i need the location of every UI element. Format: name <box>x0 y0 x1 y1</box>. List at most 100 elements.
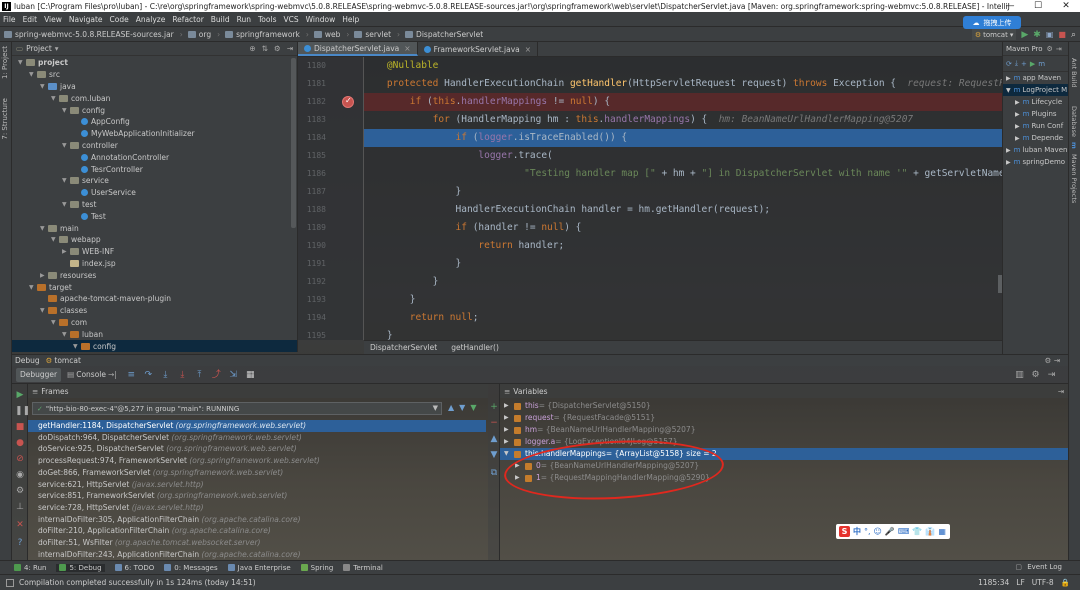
menu-item-navigate[interactable]: Navigate <box>69 15 103 24</box>
tree-node[interactable]: ▶ WEB-INF <box>12 246 297 258</box>
chevron-icon[interactable]: ▶ <box>1006 159 1011 166</box>
stack-frame[interactable]: service:621, HttpServlet (javax.servlet.… <box>28 479 486 491</box>
debug-config-label[interactable]: tomcat <box>54 356 81 365</box>
run-icon[interactable]: ▶ <box>1030 60 1035 68</box>
refresh-icon[interactable]: ⟳ <box>1006 60 1012 68</box>
hide-icon[interactable]: ⇥ <box>287 44 293 53</box>
menu-item-tools[interactable]: Tools <box>258 15 276 24</box>
tree-node[interactable]: ▼ luban <box>12 328 297 340</box>
tree-node[interactable]: ▼ config <box>12 340 297 352</box>
run-config-selector[interactable]: ⚙ tomcat ▾ <box>971 29 1017 40</box>
settings-icon[interactable]: ⚙ <box>15 486 25 496</box>
menu-item-file[interactable]: File <box>3 15 16 24</box>
stack-frame[interactable]: getHandler:1184, DispatcherServlet (org.… <box>28 420 486 432</box>
tool-window-java-enterprise[interactable]: Java Enterprise <box>227 564 291 572</box>
stack-frame[interactable]: doService:925, DispatcherServlet (org.sp… <box>28 443 486 455</box>
project-side-tab[interactable]: 1: Project <box>1 46 9 79</box>
tool-window-todo[interactable]: 6: TODO <box>114 564 154 572</box>
ime-punctuation-icon[interactable]: °, <box>864 527 871 536</box>
tree-node[interactable]: index.jsp <box>12 258 297 270</box>
tree-node[interactable]: ▼ com <box>12 317 297 329</box>
chevron-icon[interactable]: ▼ <box>51 319 59 326</box>
close-icon[interactable]: × <box>525 45 531 54</box>
chevron-icon[interactable]: ▼ <box>62 177 70 184</box>
tree-node[interactable]: ▼ config <box>12 104 297 116</box>
tree-node[interactable]: apache-tomcat-maven-plugin <box>12 293 297 305</box>
view-breakpoints-icon[interactable]: ● <box>15 438 25 448</box>
chevron-icon[interactable]: ▼ <box>62 107 70 114</box>
stop-icon[interactable]: ■ <box>15 422 25 432</box>
tool-window-spring[interactable]: Spring <box>300 564 333 572</box>
tree-node[interactable]: UserService <box>12 187 297 199</box>
menu-item-analyze[interactable]: Analyze <box>136 15 166 24</box>
step-out-icon[interactable]: ⤒ <box>194 370 205 380</box>
chevron-icon[interactable]: ▶ <box>1015 123 1020 130</box>
chevron-icon[interactable]: ▼ <box>40 83 48 90</box>
tree-node[interactable]: ▼ main <box>12 222 297 234</box>
maven-node[interactable]: ▼ m LogProject M <box>1003 84 1068 96</box>
coverage-icon[interactable]: ▣ <box>1046 30 1054 39</box>
maven-node[interactable]: ▶ m Lifecycle <box>1003 96 1068 108</box>
chevron-icon[interactable]: ▼ <box>18 59 26 66</box>
tree-node[interactable]: AnnotationController <box>12 151 297 163</box>
stack-frame[interactable]: service:728, HttpServlet (javax.servlet.… <box>28 502 486 514</box>
arrow-up-icon[interactable]: ▲ <box>448 403 454 412</box>
step-over-icon[interactable]: ↷ <box>143 370 154 380</box>
nav-crumb[interactable]: servlet <box>354 30 391 39</box>
maven-node[interactable]: ▶ m Depende <box>1003 132 1068 144</box>
breakpoint-icon[interactable] <box>342 96 354 108</box>
move-up-icon[interactable]: ▲ <box>489 434 499 444</box>
ime-toolbox-icon[interactable]: ▦ <box>938 527 946 536</box>
ime-shirt-icon[interactable]: 👔 <box>925 527 935 536</box>
chevron-icon[interactable]: ▶ <box>1015 135 1020 142</box>
resume-icon[interactable]: ▶ <box>15 390 25 400</box>
menu-item-run[interactable]: Run <box>237 15 251 24</box>
maven-node[interactable]: ▶ m luban Maven <box>1003 144 1068 156</box>
stack-frame[interactable]: doFilter:51, WsFilter (org.apache.tomcat… <box>28 537 486 549</box>
chevron-icon[interactable]: ▼ <box>62 331 70 338</box>
pause-icon[interactable]: ❚❚ <box>15 406 30 416</box>
status-message[interactable]: Compilation completed successfully in 1s… <box>19 578 256 587</box>
menu-item-code[interactable]: Code <box>110 15 129 24</box>
tool-window-messages[interactable]: 0: Messages <box>164 564 218 572</box>
chevron-icon[interactable]: ▶ <box>1006 147 1011 154</box>
chevron-icon[interactable]: ▼ <box>29 71 37 78</box>
ime-voice-icon[interactable]: 🎤 <box>885 527 895 536</box>
move-down-icon[interactable]: ▼ <box>489 450 499 460</box>
chevron-icon[interactable]: ▶ <box>40 272 48 279</box>
maximize-button[interactable]: ☐ <box>1024 0 1052 12</box>
tab-debugger[interactable]: Debugger <box>16 367 62 382</box>
tree-node[interactable]: ▼ test <box>12 199 297 211</box>
tree-node[interactable]: ▼ controller <box>12 140 297 152</box>
project-panel-title[interactable]: Project <box>26 44 52 53</box>
variable-row[interactable]: ▶ hm = {BeanNameUrlHandlerMapping@5207} <box>500 424 1068 436</box>
nav-crumb[interactable]: spring-webmvc-5.0.8.RELEASE-sources.jar <box>4 30 174 39</box>
database-side-tab[interactable]: Database <box>1070 106 1078 137</box>
chevron-icon[interactable]: ▼ <box>40 225 48 232</box>
ime-toolbar[interactable]: S 中 °, ☺ 🎤 ⌨ 👕 👔 ▦ <box>836 524 950 539</box>
variable-row[interactable]: ▶ request = {RequestFacade@5151} <box>500 412 1068 424</box>
file-encoding[interactable]: UTF-8 <box>1032 578 1054 587</box>
chevron-icon[interactable]: ▼ <box>62 142 70 149</box>
chevron-icon[interactable]: ▼ <box>51 95 59 102</box>
maven-node[interactable]: ▶ m Plugins <box>1003 108 1068 120</box>
add-watch-icon[interactable]: + <box>489 402 499 412</box>
chevron-icon[interactable]: ▶ <box>1015 99 1020 106</box>
close-icon[interactable]: ✕ <box>15 520 25 530</box>
download-icon[interactable]: ⤓ <box>1015 59 1018 68</box>
stop-icon[interactable]: ■ <box>1058 30 1066 39</box>
ant-build-side-tab[interactable]: Ant Build <box>1070 58 1078 88</box>
nav-crumb[interactable]: DispatcherServlet <box>405 30 483 39</box>
gear-icon[interactable]: ⚙ <box>274 44 281 53</box>
remove-watch-icon[interactable]: − <box>489 418 499 428</box>
status-panel-icon[interactable] <box>6 578 14 587</box>
tree-node[interactable]: MyWebApplicationInitializer <box>12 128 297 140</box>
maven-m-icon[interactable]: m <box>1038 60 1045 68</box>
breadcrumb-class[interactable]: DispatcherServlet <box>370 343 437 352</box>
settings-icon[interactable]: ⚙ <box>1030 370 1041 380</box>
close-icon[interactable]: × <box>404 44 410 53</box>
thread-selector[interactable]: ✓ "http-bio-80-exec-4"@5,277 in group "m… <box>32 402 442 415</box>
restore-icon[interactable]: ⇥ <box>1058 387 1064 396</box>
show-execution-point-icon[interactable]: ≡ <box>126 370 137 380</box>
add-icon[interactable]: + <box>1021 60 1027 68</box>
